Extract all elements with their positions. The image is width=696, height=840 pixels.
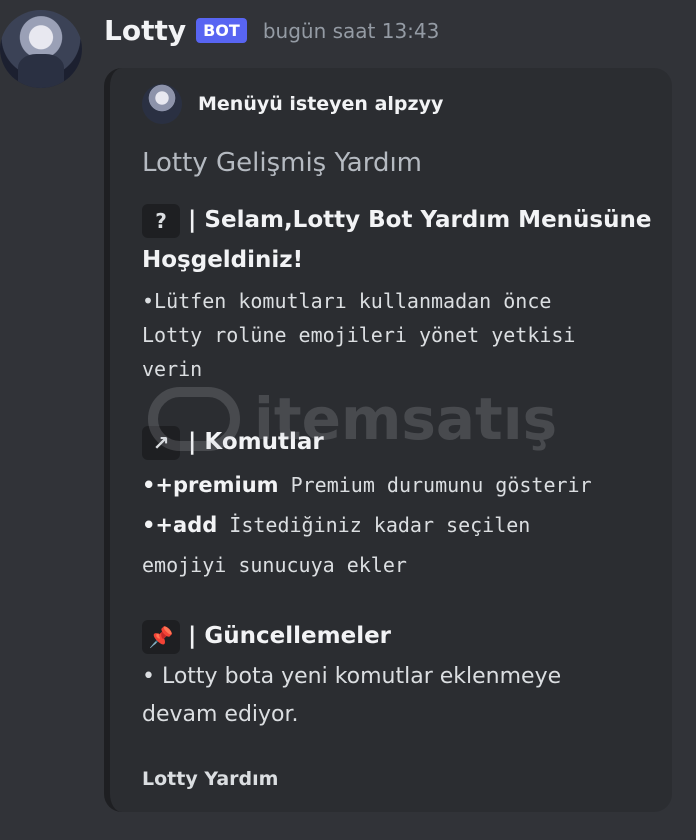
commands-heading-text: | Komutlar	[188, 429, 324, 455]
message-header: Lotty BOT bugün saat 13:43	[104, 14, 439, 47]
author-avatar	[142, 84, 182, 124]
question-icon: ?	[142, 203, 180, 238]
welcome-body-line3: verin	[142, 357, 203, 381]
command-premium-desc: Premium durumunu gösterir	[278, 473, 592, 497]
welcome-heading-cont: Hoşgeldiniz!	[142, 247, 304, 273]
help-embed: Menüyü isteyen alpzyy Lotty Gelişmiş Yar…	[104, 68, 672, 812]
welcome-heading: ? | Selam,Lotty Bot Yardım Menüsüne	[142, 200, 651, 240]
bot-badge: BOT	[196, 18, 247, 43]
embed-author: Menüyü isteyen alpzyy	[142, 84, 443, 124]
updates-heading-text: | Güncellemeler	[188, 623, 392, 649]
commands-heading: ↗ | Komutlar	[142, 422, 324, 462]
commands-list: •+premium Premium durumunu gösterir •+ad…	[142, 466, 648, 584]
welcome-heading-line1: | Selam,Lotty Bot Yardım Menüsüne	[188, 207, 652, 233]
command-premium: •+premium Premium durumunu gösterir	[142, 466, 648, 506]
pin-icon: 📌	[142, 619, 180, 654]
author-name: Menüyü isteyen alpzyy	[198, 93, 444, 115]
bot-avatar[interactable]	[0, 10, 82, 88]
updates-body-line1: • Lotty bota yeni komutlar eklenmeye	[142, 664, 562, 689]
command-premium-name: •+premium	[142, 473, 279, 497]
welcome-body-line2: Lotty rolüne emojileri yönet yetkisi	[142, 323, 576, 347]
command-add-name: •+add	[142, 513, 218, 537]
welcome-body-line1: •Lütfen komutları kullanmadan önce	[142, 289, 552, 313]
embed-footer: Lotty Yardım	[142, 768, 279, 790]
timestamp: bugün saat 13:43	[262, 18, 440, 43]
command-add-desc: İstediğiniz kadar seçilen	[217, 513, 531, 537]
updates-body: • Lotty bota yeni komutlar eklenmeye dev…	[142, 658, 648, 734]
welcome-body: •Lütfen komutları kullanmadan önce Lotty…	[142, 284, 648, 386]
updates-heading: 📌 | Güncellemeler	[142, 616, 391, 656]
command-add-desc-cont: emojiyi sunucuya ekler	[142, 553, 407, 577]
command-add: •+add İstediğiniz kadar seçilen	[142, 506, 648, 546]
trending-icon: ↗	[142, 425, 180, 460]
updates-body-line2: devam ediyor.	[142, 702, 299, 727]
embed-title: Lotty Gelişmiş Yardım	[142, 148, 422, 178]
username[interactable]: Lotty	[104, 14, 186, 47]
